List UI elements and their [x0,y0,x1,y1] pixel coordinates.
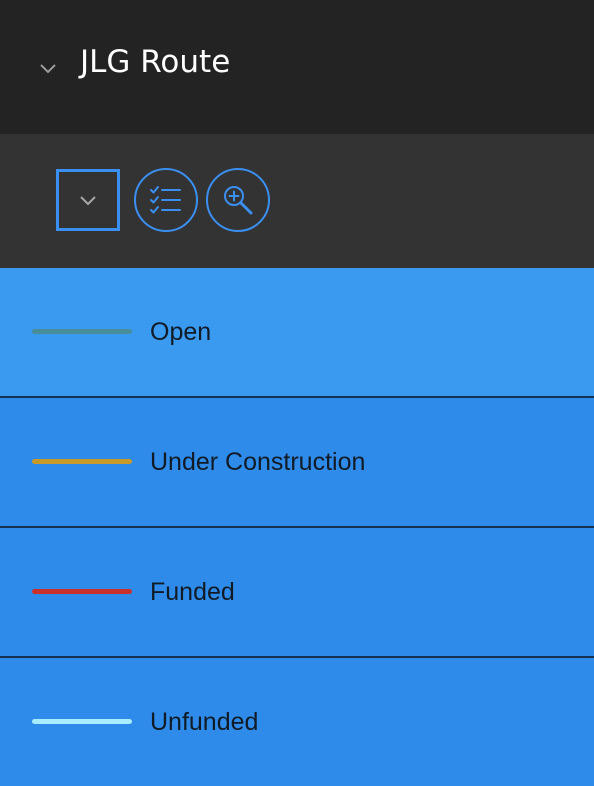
layer-toolbar [0,134,594,268]
legend-item-under-construction[interactable]: Under Construction [0,398,594,528]
legend-swatch [32,719,132,724]
chevron-down-icon [80,196,96,206]
legend-label: Funded [150,578,235,606]
legend-label: Unfunded [150,708,259,736]
legend-list: Open Under Construction Funded Unfunded [0,268,594,786]
legend-list-button[interactable] [134,168,198,232]
legend-item-unfunded[interactable]: Unfunded [0,658,594,786]
layer-options-button[interactable] [56,169,120,231]
legend-item-funded[interactable]: Funded [0,528,594,658]
legend-label: Under Construction [150,448,366,476]
checklist-icon [150,186,181,214]
zoom-to-layer-button[interactable] [206,168,270,232]
collapse-button[interactable] [36,56,60,80]
legend-swatch [32,459,132,464]
layer-panel: JLG Route Open Under Construction Funded… [0,0,594,786]
chevron-down-icon [40,64,56,74]
legend-swatch [32,329,132,334]
legend-label: Open [150,318,212,346]
layer-header: JLG Route [0,0,594,134]
zoom-in-icon [224,186,253,215]
legend-item-open[interactable]: Open [0,268,594,398]
legend-swatch [32,589,132,594]
layer-title: JLG Route [80,44,231,80]
